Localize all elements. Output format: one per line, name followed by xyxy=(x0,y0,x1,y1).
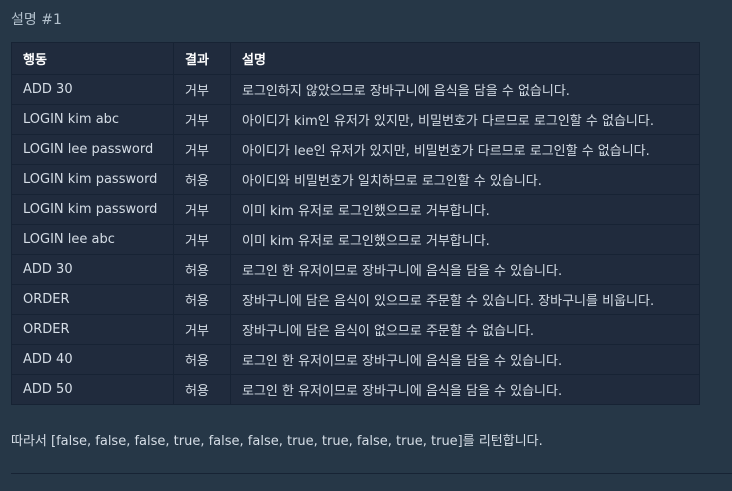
table-row: LOGIN kim password 허용 아이디와 비밀번호가 일치하므로 로그인… xyxy=(11,164,700,195)
explanation-table: 행동 결과 설명 ADD 30 거부 로그인하지 않았으므로 장바구니에 음식을 담… xyxy=(11,42,700,405)
cell-result: 허용 xyxy=(173,284,231,315)
return-explanation: 따라서 [false, false, false, true, false, f… xyxy=(11,434,543,449)
cell-result: 허용 xyxy=(173,254,231,285)
table-row: LOGIN lee password 거부 아이디가 lee인 유저가 있지만, 비… xyxy=(11,134,700,165)
cell-result: 거부 xyxy=(173,224,231,255)
table-row: ORDER 거부 장바구니에 담은 음식이 없으므로 주문할 수 없습니다. xyxy=(11,314,700,345)
header-action: 행동 xyxy=(11,42,174,75)
cell-result: 허용 xyxy=(173,344,231,375)
cell-description: 아이디가 lee인 유저가 있지만, 비밀번호가 다르므로 로그인할 수 없습니… xyxy=(230,134,700,165)
cell-description: 아이디가 kim인 유저가 있지만, 비밀번호가 다르므로 로그인할 수 없습니… xyxy=(230,104,700,135)
cell-description: 이미 kim 유저로 로그인했으므로 거부합니다. xyxy=(230,224,700,255)
cell-action: LOGIN kim abc xyxy=(11,104,174,135)
table-row: LOGIN kim password 거부 이미 kim 유저로 로그인했으므로 거… xyxy=(11,194,700,225)
header-description: 설명 xyxy=(230,42,700,75)
header-result: 결과 xyxy=(173,42,231,75)
table-row: ADD 40 허용 로그인 한 유저이므로 장바구니에 음식을 담을 수 있습니다. xyxy=(11,344,700,375)
cell-action: LOGIN lee password xyxy=(11,134,174,165)
cell-result: 허용 xyxy=(173,374,231,405)
cell-result: 거부 xyxy=(173,134,231,165)
cell-description: 로그인하지 않았으므로 장바구니에 음식을 담을 수 없습니다. xyxy=(230,74,700,105)
cell-action: ORDER xyxy=(11,314,174,345)
table-header: 행동 결과 설명 xyxy=(11,42,700,75)
cell-action: LOGIN lee abc xyxy=(11,224,174,255)
section-title: 설명 #1 xyxy=(11,12,62,28)
cell-description: 이미 kim 유저로 로그인했으므로 거부합니다. xyxy=(230,194,700,225)
cell-action: ADD 30 xyxy=(11,74,174,105)
cell-action: ADD 30 xyxy=(11,254,174,285)
table-row: ADD 30 거부 로그인하지 않았으므로 장바구니에 음식을 담을 수 없습니다. xyxy=(11,74,700,105)
cell-action: ADD 50 xyxy=(11,374,174,405)
cell-result: 거부 xyxy=(173,104,231,135)
table-row: LOGIN kim abc 거부 아이디가 kim인 유저가 있지만, 비밀번호가 … xyxy=(11,104,700,135)
cell-action: ADD 40 xyxy=(11,344,174,375)
table-body: ADD 30 거부 로그인하지 않았으므로 장바구니에 음식을 담을 수 없습니다.… xyxy=(11,74,700,405)
header-row: 행동 결과 설명 xyxy=(11,42,700,75)
cell-description: 로그인 한 유저이므로 장바구니에 음식을 담을 수 있습니다. xyxy=(230,254,700,285)
cell-description: 장바구니에 담은 음식이 없으므로 주문할 수 없습니다. xyxy=(230,314,700,345)
cell-description: 로그인 한 유저이므로 장바구니에 음식을 담을 수 있습니다. xyxy=(230,374,700,405)
cell-action: LOGIN kim password xyxy=(11,164,174,195)
table-row: ORDER 허용 장바구니에 담은 음식이 있으므로 주문할 수 있습니다. 장바구… xyxy=(11,284,700,315)
table-row: ADD 50 허용 로그인 한 유저이므로 장바구니에 음식을 담을 수 있습니다. xyxy=(11,374,700,405)
table-row: LOGIN lee abc 거부 이미 kim 유저로 로그인했으므로 거부합니다. xyxy=(11,224,700,255)
table-row: ADD 30 허용 로그인 한 유저이므로 장바구니에 음식을 담을 수 있습니다. xyxy=(11,254,700,285)
divider xyxy=(11,473,732,474)
cell-action: ORDER xyxy=(11,284,174,315)
cell-description: 아이디와 비밀번호가 일치하므로 로그인할 수 있습니다. xyxy=(230,164,700,195)
cell-result: 허용 xyxy=(173,164,231,195)
cell-action: LOGIN kim password xyxy=(11,194,174,225)
cell-result: 거부 xyxy=(173,314,231,345)
cell-description: 로그인 한 유저이므로 장바구니에 음식을 담을 수 있습니다. xyxy=(230,344,700,375)
cell-result: 거부 xyxy=(173,74,231,105)
cell-description: 장바구니에 담은 음식이 있으므로 주문할 수 있습니다. 장바구니를 비웁니다… xyxy=(230,284,700,315)
cell-result: 거부 xyxy=(173,194,231,225)
